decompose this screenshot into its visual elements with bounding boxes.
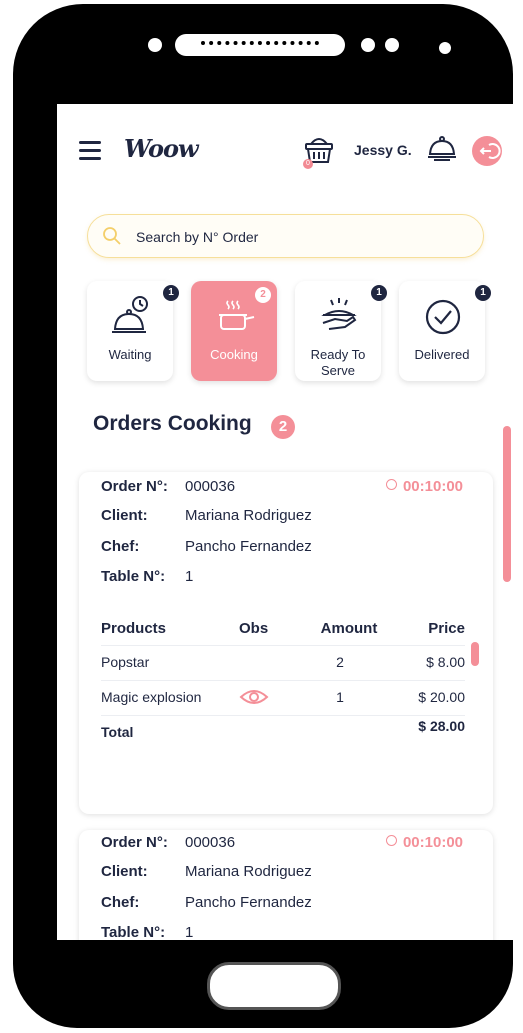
tab-ready-to-serve[interactable]: Ready To Serve 1 [295, 281, 387, 381]
cloche-clock-icon [112, 296, 148, 333]
tab-label: Delivered [414, 347, 470, 362]
tab-count-badge: 1 [475, 285, 491, 301]
client-name: Mariana Rodriguez [185, 507, 312, 524]
total-label: Total [101, 724, 134, 740]
tab-count-badge: 1 [163, 285, 179, 301]
chef-label: Chef: [101, 538, 140, 555]
product-price: $ 8.00 [426, 654, 465, 670]
tab-count-badge: 1 [371, 285, 387, 301]
serving-hand-icon [321, 298, 357, 330]
order-number-label: Order N°: [101, 834, 168, 851]
product-amount: 2 [336, 654, 344, 670]
products-table: Products Obs Amount Price Popstar 2 $ 8.… [101, 615, 465, 750]
table-number-label: Table N°: [101, 568, 166, 585]
client-name: Mariana Rodriguez [185, 863, 312, 880]
cooking-pot-icon [219, 300, 255, 330]
cart-count-badge: 0 [303, 159, 313, 169]
table-row: Magic explosion 1 $ 20.00 [101, 681, 465, 716]
table-row: Popstar 2 $ 8.00 [101, 646, 465, 681]
table-number-label: Table N°: [101, 924, 166, 940]
sensor-dot [361, 38, 375, 52]
page-scrollbar[interactable] [503, 426, 511, 582]
tab-count-badge: 2 [255, 287, 271, 303]
app-screen: Woow 0 Jessy G. Search by N° Order Waiti… [57, 104, 516, 940]
chef-name: Pancho Fernandez [185, 894, 312, 911]
menu-icon[interactable] [79, 141, 101, 160]
tab-waiting[interactable]: Waiting 1 [87, 281, 179, 381]
column-header-obs: Obs [239, 620, 269, 637]
search-input[interactable] [134, 225, 458, 249]
order-number: 000036 [185, 478, 236, 495]
order-number: 000036 [185, 834, 236, 851]
user-name[interactable]: Jessy G. [354, 142, 412, 158]
check-circle-icon [425, 299, 461, 335]
table-number: 1 [185, 568, 194, 585]
product-name: Magic explosion [101, 689, 202, 705]
chef-label: Chef: [101, 894, 140, 911]
section-title: Orders Cooking [93, 412, 252, 435]
logout-button[interactable] [472, 136, 502, 166]
app-logo: Woow [124, 134, 199, 163]
order-search-box [87, 214, 484, 258]
section-count-badge: 2 [271, 415, 295, 439]
products-scrollbar[interactable] [471, 642, 479, 666]
column-header-price: Price [428, 620, 465, 637]
tab-label: Cooking [210, 347, 258, 362]
camera-dot [148, 38, 162, 52]
app-header: Woow 0 Jessy G. [57, 104, 516, 204]
client-label: Client: [101, 863, 148, 880]
order-card[interactable]: Order N°: 000036 00:10:00 Client: Marian… [79, 830, 493, 940]
total-price: $ 28.00 [418, 718, 465, 734]
client-label: Client: [101, 507, 148, 524]
logout-icon [479, 143, 501, 159]
eye-icon[interactable] [239, 687, 269, 707]
front-camera-dot [439, 42, 451, 54]
order-timer: 00:10:00 [385, 478, 463, 495]
column-header-amount: Amount [320, 620, 378, 637]
column-header-products: Products [101, 620, 167, 637]
tab-label: Waiting [108, 347, 152, 362]
phone-frame: Woow 0 Jessy G. Search by N° Order Waiti… [13, 4, 516, 1028]
chef-name: Pancho Fernandez [185, 538, 312, 555]
product-name: Popstar [101, 654, 150, 670]
order-number-label: Order N°: [101, 478, 168, 495]
product-amount: 1 [336, 689, 344, 705]
tab-cooking[interactable]: Cooking 2 [191, 281, 277, 381]
clock-icon [385, 835, 397, 846]
clock-icon [385, 479, 397, 490]
product-price: $ 20.00 [418, 689, 465, 705]
search-icon [103, 227, 121, 245]
order-card[interactable]: Order N°: 000036 00:10:00 Client: Marian… [79, 472, 493, 814]
speaker-grille [175, 34, 345, 56]
home-button[interactable] [207, 962, 341, 1010]
tab-delivered[interactable]: Delivered 1 [399, 281, 491, 381]
order-timer: 00:10:00 [385, 834, 463, 851]
tab-label: Ready To Serve [310, 347, 366, 378]
table-number: 1 [185, 924, 194, 940]
total-row: Total $ 28.00 [101, 716, 465, 750]
table-header-row: Products Obs Amount Price [101, 615, 465, 646]
service-bell-icon[interactable] [425, 132, 459, 166]
sensor-dot [385, 38, 399, 52]
